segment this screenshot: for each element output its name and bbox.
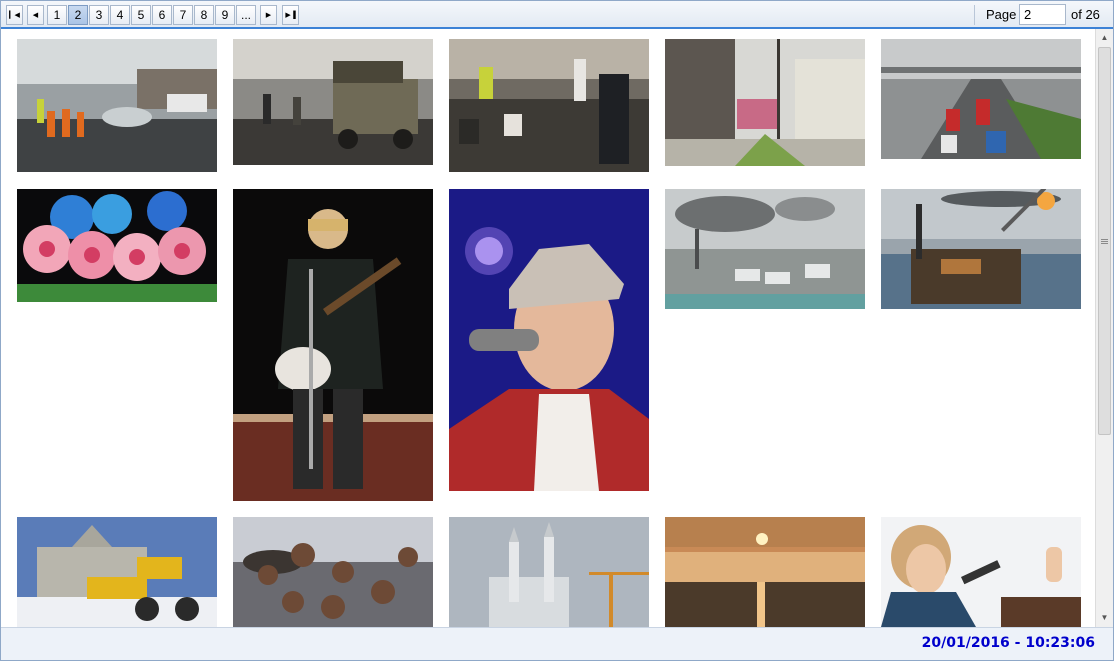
first-page-icon: ▎◀ — [9, 12, 20, 19]
scroll-up-button[interactable]: ▲ — [1096, 29, 1113, 46]
toolbar-separator — [974, 5, 975, 25]
scroll-down-button[interactable]: ▼ — [1096, 609, 1113, 626]
scroll-down-icon: ▼ — [1100, 613, 1109, 622]
highway-traffic-jam-photo[interactable] — [881, 39, 1081, 159]
first-page-button[interactable]: ▎◀ — [6, 5, 23, 25]
next-page-button[interactable]: ▶ — [260, 5, 277, 25]
next-page-icon: ▶ — [265, 12, 272, 19]
castle-under-construction-photo[interactable] — [449, 517, 649, 627]
page-button-7[interactable]: 7 — [173, 5, 193, 25]
industrial-refinery-photo[interactable] — [665, 189, 865, 309]
woman-speaking-at-podium-photo[interactable] — [881, 517, 1081, 627]
vertical-scrollbar[interactable]: ▲ ▼ — [1095, 29, 1113, 627]
street-inspection-photo[interactable] — [449, 39, 649, 172]
singer-with-microphone-photo[interactable] — [449, 189, 649, 491]
scrollbar-thumb[interactable] — [1098, 47, 1111, 435]
page-button-2[interactable]: 2 — [68, 5, 88, 25]
page-button-1[interactable]: 1 — [47, 5, 67, 25]
monkeys-in-snow-photo[interactable] — [233, 517, 433, 627]
page-number-input[interactable] — [1019, 4, 1066, 25]
page-button-8[interactable]: 8 — [194, 5, 214, 25]
grip-icon — [1101, 238, 1108, 244]
last-page-button[interactable]: ▶▐ — [282, 5, 299, 25]
sunrise-over-reeds-photo[interactable] — [665, 517, 865, 627]
town-street-wall-photo[interactable] — [665, 39, 865, 166]
last-page-icon: ▶▐ — [285, 12, 296, 19]
page-button-9[interactable]: 9 — [215, 5, 235, 25]
page-button-3[interactable]: 3 — [89, 5, 109, 25]
page-count-label: of 26 — [1071, 7, 1100, 22]
page-button-5[interactable]: 5 — [131, 5, 151, 25]
page-button-4[interactable]: 4 — [110, 5, 130, 25]
snowy-parliament-excavator-photo[interactable] — [17, 517, 217, 627]
thumbnail-grid — [1, 29, 1095, 627]
status-bar: 20/01/2016 - 10:23:06 — [1, 627, 1113, 660]
military-truck-street-photo[interactable] — [233, 39, 433, 165]
previous-page-button[interactable]: ◀ — [27, 5, 44, 25]
offshore-oil-platform-photo[interactable] — [881, 189, 1081, 309]
page-button-6[interactable]: 6 — [152, 5, 172, 25]
flower-costume-dancers-photo[interactable] — [17, 189, 217, 302]
scroll-up-icon: ▲ — [1100, 33, 1109, 42]
singer-with-guitar-photo[interactable] — [233, 189, 433, 501]
pagination-toolbar: ▎◀ ◀ 1 2 3 4 5 6 7 8 9 ... ▶ ▶▐ Page of … — [1, 1, 1113, 29]
page-button-more[interactable]: ... — [236, 5, 256, 25]
datetime-label: 20/01/2016 - 10:23:06 — [921, 635, 1095, 651]
previous-page-icon: ◀ — [32, 12, 39, 19]
page-label: Page — [986, 7, 1017, 22]
image-gallery-window: ▎◀ ◀ 1 2 3 4 5 6 7 8 9 ... ▶ ▶▐ Page of … — [0, 0, 1114, 661]
street-cleanup-workers-photo[interactable] — [17, 39, 217, 172]
